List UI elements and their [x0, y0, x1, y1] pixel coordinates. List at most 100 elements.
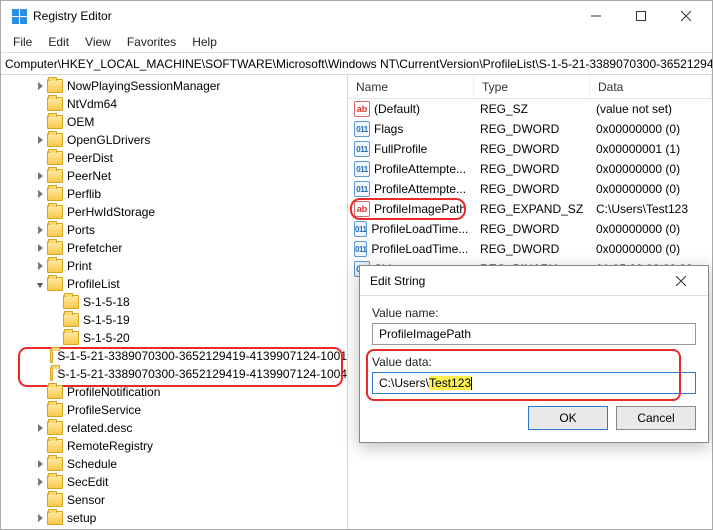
menu-file[interactable]: File: [5, 33, 40, 51]
folder-icon: [63, 331, 79, 345]
value-type: REG_DWORD: [474, 162, 590, 176]
tree-label: ProfileNotification: [67, 385, 160, 399]
chevron-right-icon[interactable]: [33, 244, 47, 252]
folder-icon: [47, 457, 63, 471]
tree-node[interactable]: S-1-5-18: [1, 293, 347, 311]
value-type: REG_DWORD: [474, 182, 590, 196]
folder-icon: [47, 439, 63, 453]
folder-icon: [47, 241, 63, 255]
tree-label: NtVdm64: [67, 97, 117, 111]
tree-node[interactable]: PeerNet: [1, 167, 347, 185]
value-name: ProfileLoadTime...: [371, 242, 468, 256]
col-data[interactable]: Data: [590, 75, 712, 98]
tree-node[interactable]: S-1-5-21-3389070300-3652129419-413990712…: [1, 347, 347, 365]
address-bar[interactable]: Computer\HKEY_LOCAL_MACHINE\SOFTWARE\Mic…: [1, 53, 712, 75]
tree-node[interactable]: OpenGLDrivers: [1, 131, 347, 149]
folder-icon: [47, 475, 63, 489]
folder-icon: [47, 493, 63, 507]
tree-node[interactable]: SecEdit: [1, 473, 347, 491]
chevron-right-icon[interactable]: [33, 82, 47, 90]
dialog-close-button[interactable]: [664, 269, 698, 293]
value-name: ProfileAttempte...: [374, 182, 466, 196]
chevron-right-icon[interactable]: [33, 262, 47, 270]
chevron-right-icon[interactable]: [33, 514, 47, 522]
menu-view[interactable]: View: [77, 33, 119, 51]
regedit-app-icon: [11, 8, 27, 24]
chevron-right-icon[interactable]: [33, 460, 47, 468]
tree-label: OpenGLDrivers: [67, 133, 150, 147]
dword-value-icon: 011: [354, 241, 367, 257]
value-type: REG_DWORD: [474, 222, 590, 236]
value-row[interactable]: 011FlagsREG_DWORD0x00000000 (0): [348, 119, 712, 139]
tree-node[interactable]: NtVdm64: [1, 95, 347, 113]
tree-node[interactable]: Sensor: [1, 491, 347, 509]
value-data-highlight: Test123: [429, 376, 471, 390]
value-row[interactable]: 011ProfileAttempte...REG_DWORD0x00000000…: [348, 179, 712, 199]
chevron-right-icon[interactable]: [33, 478, 47, 486]
value-data-label: Value data:: [372, 355, 696, 369]
value-row[interactable]: ab(Default)REG_SZ(value not set): [348, 99, 712, 119]
col-name[interactable]: Name: [348, 75, 474, 98]
tree-label: Prefetcher: [67, 241, 122, 255]
tree-node[interactable]: ProfileList: [1, 275, 347, 293]
tree-node[interactable]: PerHwIdStorage: [1, 203, 347, 221]
tree-node[interactable]: Prefetcher: [1, 239, 347, 257]
tree-node[interactable]: OEM: [1, 113, 347, 131]
value-row[interactable]: 011ProfileLoadTime...REG_DWORD0x00000000…: [348, 219, 712, 239]
minimize-button[interactable]: [573, 2, 618, 30]
folder-icon: [50, 367, 53, 381]
value-type: REG_EXPAND_SZ: [474, 202, 590, 216]
tree-node[interactable]: Ports: [1, 221, 347, 239]
col-type[interactable]: Type: [474, 75, 590, 98]
maximize-button[interactable]: [618, 2, 663, 30]
value-data-input[interactable]: C:\Users\Test123: [372, 372, 696, 394]
tree-label: Perflib: [67, 187, 101, 201]
tree-node[interactable]: S-1-5-21-3389070300-3652129419-413990712…: [1, 365, 347, 383]
menu-favorites[interactable]: Favorites: [119, 33, 184, 51]
chevron-right-icon[interactable]: [33, 172, 47, 180]
tree-node[interactable]: S-1-5-19: [1, 311, 347, 329]
chevron-right-icon[interactable]: [33, 136, 47, 144]
value-name-field: ProfileImagePath: [372, 323, 696, 345]
chevron-right-icon[interactable]: [33, 226, 47, 234]
tree-node[interactable]: Schedule: [1, 455, 347, 473]
tree-node[interactable]: Perflib: [1, 185, 347, 203]
tree-label: S-1-5-19: [83, 313, 130, 327]
dword-value-icon: 011: [354, 121, 370, 137]
value-row[interactable]: 011ProfileLoadTime...REG_DWORD0x00000000…: [348, 239, 712, 259]
folder-icon: [47, 511, 63, 525]
tree-node[interactable]: RemoteRegistry: [1, 437, 347, 455]
tree-label: related.desc: [67, 421, 132, 435]
key-tree[interactable]: NowPlayingSessionManager NtVdm64 OEM OpenGL…: [1, 75, 348, 529]
chevron-down-icon[interactable]: [33, 281, 47, 290]
chevron-right-icon[interactable]: [33, 424, 47, 432]
ok-button[interactable]: OK: [528, 406, 608, 430]
value-name: ProfileImagePath: [374, 202, 466, 216]
tree-node[interactable]: related.desc: [1, 419, 347, 437]
value-row[interactable]: 011FullProfileREG_DWORD0x00000001 (1): [348, 139, 712, 159]
value-data: 0x00000000 (0): [590, 222, 712, 236]
tree-node[interactable]: NowPlayingSessionManager: [1, 77, 347, 95]
value-data: 0x00000000 (0): [590, 162, 712, 176]
menu-edit[interactable]: Edit: [40, 33, 77, 51]
cancel-button[interactable]: Cancel: [616, 406, 696, 430]
tree-node[interactable]: S-1-5-20: [1, 329, 347, 347]
chevron-right-icon[interactable]: [33, 190, 47, 198]
string-value-icon: ab: [354, 201, 370, 217]
folder-icon: [47, 421, 63, 435]
value-row[interactable]: 011ProfileAttempte...REG_DWORD0x00000000…: [348, 159, 712, 179]
value-data: 0x00000000 (0): [590, 182, 712, 196]
tree-node[interactable]: PeerDist: [1, 149, 347, 167]
tree-node[interactable]: ProfileNotification: [1, 383, 347, 401]
tree-node[interactable]: Print: [1, 257, 347, 275]
tree-node[interactable]: setup: [1, 509, 347, 527]
dword-value-icon: 011: [354, 141, 370, 157]
value-data: C:\Users\Test123: [590, 202, 712, 216]
tree-node[interactable]: ProfileService: [1, 401, 347, 419]
menu-help[interactable]: Help: [184, 33, 225, 51]
value-name: ProfileLoadTime...: [371, 222, 468, 236]
folder-icon: [47, 277, 63, 291]
value-row[interactable]: ab ProfileImagePath REG_EXPAND_SZC:\Users\…: [348, 199, 712, 219]
close-button[interactable]: [663, 2, 708, 30]
folder-icon: [47, 187, 63, 201]
